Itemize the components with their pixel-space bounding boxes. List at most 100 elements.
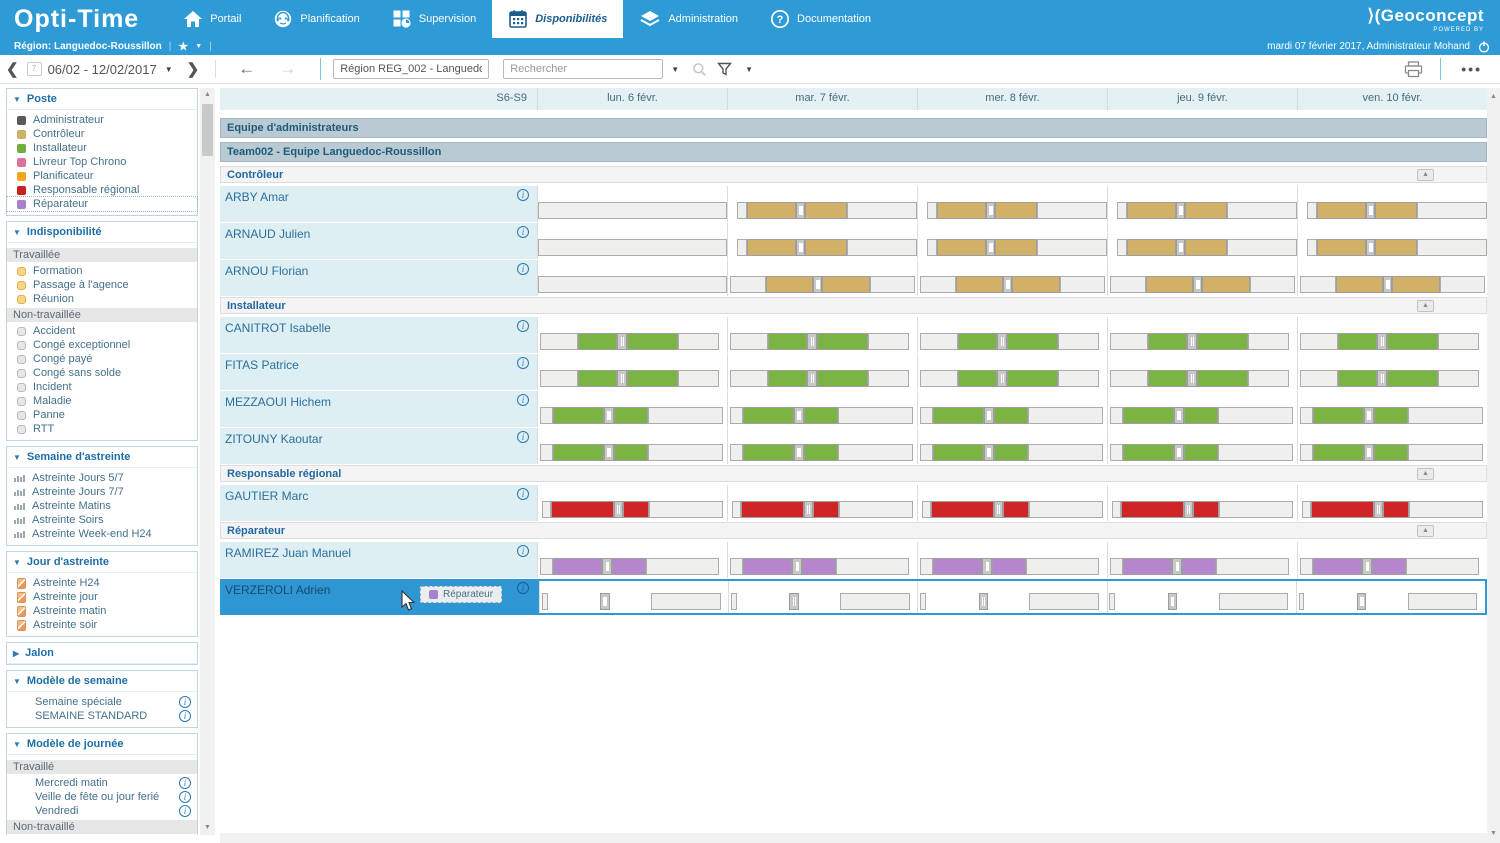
history-back-button[interactable]: ← [226,59,267,79]
legend-item[interactable]: Vendredii [7,804,197,818]
employee-row[interactable]: ARNAUD Julieni [220,223,1487,259]
empty-period-bar[interactable] [1219,593,1289,610]
empty-period-bar[interactable] [538,276,727,293]
legend-item[interactable]: Panne [7,408,197,422]
group-row-1[interactable]: Equipe d'administrateurs [220,118,1487,138]
empty-period-bar[interactable] [1417,202,1487,219]
schedule-day-cell[interactable] [1107,391,1297,427]
empty-period-bar[interactable] [838,444,914,461]
empty-period-bar[interactable] [1307,239,1316,256]
empty-period-bar[interactable] [839,501,913,518]
lunch-break-icon[interactable] [1172,558,1181,575]
history-forward-button[interactable]: → [267,59,308,79]
empty-period-bar[interactable] [540,333,578,350]
empty-period-bar[interactable] [1029,593,1099,610]
employee-name-cell[interactable]: MEZZAOUI Hichemi [220,391,537,427]
empty-period-bar[interactable] [651,593,721,610]
empty-period-bar[interactable] [927,239,936,256]
work-period-bar[interactable] [1146,276,1193,293]
empty-period-bar[interactable] [540,444,553,461]
work-period-bar[interactable] [937,202,986,219]
work-period-bar[interactable] [813,501,839,518]
empty-period-bar[interactable] [730,444,743,461]
legend-item[interactable]: Livreur Top Chrono [7,155,197,169]
legend-item[interactable]: Congé payé [7,352,197,366]
work-period-bar[interactable] [805,202,847,219]
empty-period-bar[interactable] [847,239,917,256]
work-period-bar[interactable] [553,407,604,424]
work-period-bar[interactable] [995,239,1037,256]
legend-item[interactable]: Astreinte Jours 7/7 [7,485,197,499]
employee-row[interactable]: MEZZAOUI Hichemi [220,391,1487,427]
empty-period-bar[interactable] [927,202,936,219]
empty-period-bar[interactable] [1300,333,1338,350]
info-icon[interactable]: i [179,791,191,803]
schedule-day-cell[interactable] [1107,317,1297,353]
lunch-break-icon[interactable] [984,407,993,424]
schedule-day-cell[interactable] [1297,223,1487,259]
lunch-break-icon[interactable] [614,501,623,518]
work-period-bar[interactable] [1182,558,1216,575]
empty-period-bar[interactable] [542,501,551,518]
empty-period-bar[interactable] [1028,444,1104,461]
employee-info-icon[interactable]: i [517,226,529,238]
work-period-bar[interactable] [1374,407,1408,424]
legend-item[interactable]: Astreinte matin [7,604,197,618]
work-period-bar[interactable] [958,333,998,350]
schedule-day-cell[interactable] [537,485,727,521]
work-period-bar[interactable] [743,444,794,461]
work-period-bar[interactable] [768,370,808,387]
legend-item[interactable]: RTT [7,422,197,436]
lunch-break-icon[interactable] [1193,276,1202,293]
legend-item[interactable]: Astreinte Week-end H24 [7,527,197,541]
lunch-break-icon[interactable] [1364,407,1373,424]
lunch-break-icon[interactable] [807,333,816,350]
employee-name-cell[interactable]: ARNOU Floriani [220,260,537,296]
schedule-day-cell[interactable] [537,354,727,390]
work-period-bar[interactable] [1387,370,1438,387]
work-period-bar[interactable] [743,558,792,575]
empty-period-bar[interactable] [920,276,956,293]
legend-item[interactable]: Semaine spécialei [7,695,197,709]
sidebar-scroll-up-icon[interactable]: ▲ [200,88,215,102]
region-selector-input[interactable] [333,59,489,79]
lunch-break-icon[interactable] [1187,333,1196,350]
legend-item[interactable]: Réunion [7,292,197,306]
empty-period-bar[interactable] [1037,202,1107,219]
work-period-bar[interactable] [805,239,847,256]
empty-period-bar[interactable] [540,370,578,387]
empty-period-bar[interactable] [1110,444,1123,461]
lunch-break-icon[interactable] [1176,239,1185,256]
work-period-bar[interactable] [1338,333,1378,350]
empty-period-bar[interactable] [868,333,910,350]
employee-info-icon[interactable]: i [517,545,529,557]
employee-name-cell[interactable]: ARBY Amari [220,186,537,222]
work-period-bar[interactable] [1123,558,1172,575]
empty-period-bar[interactable] [648,407,724,424]
lunch-break-icon[interactable] [986,202,995,219]
employee-row[interactable]: RAMIREZ Juan Manueli [220,542,1487,578]
empty-period-bar[interactable] [920,558,933,575]
lunch-break-icon[interactable] [604,444,613,461]
empty-period-bar[interactable] [737,239,746,256]
empty-period-bar[interactable] [1110,407,1123,424]
empty-period-bar[interactable] [1302,501,1311,518]
empty-period-bar[interactable] [840,593,910,610]
empty-period-bar[interactable] [730,370,768,387]
schedule-day-cell[interactable] [728,581,917,613]
lunch-break-icon[interactable] [982,558,991,575]
work-period-bar[interactable] [1197,370,1248,387]
lunch-break-icon[interactable] [1366,202,1375,219]
empty-period-bar[interactable] [1409,501,1483,518]
schedule-day-cell[interactable] [727,542,917,578]
lunch-break-icon[interactable] [1374,501,1383,518]
work-period-bar[interactable] [553,444,604,461]
schedule-day-cell[interactable] [1297,317,1487,353]
lunch-break-icon[interactable] [1377,370,1386,387]
schedule-day-cell[interactable] [727,223,917,259]
empty-period-bar[interactable] [1110,333,1148,350]
legend-item[interactable]: Astreinte H24 [7,576,197,590]
work-period-bar[interactable] [1007,333,1058,350]
empty-period-bar[interactable] [730,558,743,575]
work-period-bar[interactable] [1313,558,1362,575]
